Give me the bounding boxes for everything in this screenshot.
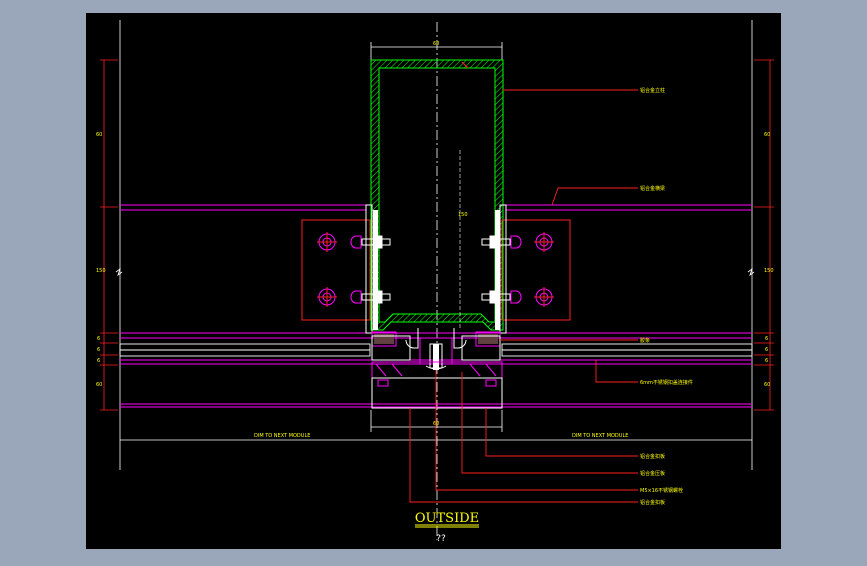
- label-pressure-plate: 铝合金压板: [640, 470, 665, 477]
- left-dim-6: 60: [96, 382, 102, 388]
- label-cap-plate-2: 铝合金扣板: [640, 499, 665, 506]
- center-dim-label: 150: [458, 212, 468, 218]
- dim-left-label: DIM TO NEXT MODULE: [254, 433, 310, 439]
- left-dim-4: 6: [97, 347, 100, 353]
- left-dim-2: 150: [96, 268, 106, 274]
- label-connector: 6mm不锈钢扣盖连接件: [640, 379, 693, 386]
- cad-drawing: 60 150 6 6 6 60 60 150 6 6 6 60 60 150 6…: [0, 0, 867, 562]
- dim-right-label: DIM TO NEXT MODULE: [572, 433, 628, 439]
- drawing-canvas: [86, 13, 781, 549]
- cad-viewport: 60 150 6 6 6 60 60 150 6 6 6 60 60 150 6…: [0, 0, 867, 562]
- label-transom: 铝合金横梁: [640, 185, 665, 192]
- left-dim-5: 6: [97, 358, 100, 364]
- label-cap-plate: 铝合金扣板: [640, 453, 665, 460]
- left-dim-1: 60: [96, 132, 102, 138]
- outside-subtitle: ??: [436, 534, 446, 544]
- right-dim-1: 60: [764, 132, 770, 138]
- right-dim-6: 60: [764, 382, 770, 388]
- right-dim-3: 6: [765, 336, 768, 342]
- left-dim-3: 6: [97, 336, 100, 342]
- top-dim-label: 60: [433, 41, 439, 47]
- label-bolt: M5×16不锈钢螺栓: [640, 487, 683, 494]
- label-gasket: 胶条: [640, 337, 650, 344]
- right-dim-5: 6: [765, 358, 768, 364]
- outside-title: OUTSIDE: [415, 511, 479, 526]
- right-dim-2: 150: [764, 268, 774, 274]
- right-dim-4: 6: [765, 347, 768, 353]
- label-mullion: 铝合金立柱: [640, 87, 665, 94]
